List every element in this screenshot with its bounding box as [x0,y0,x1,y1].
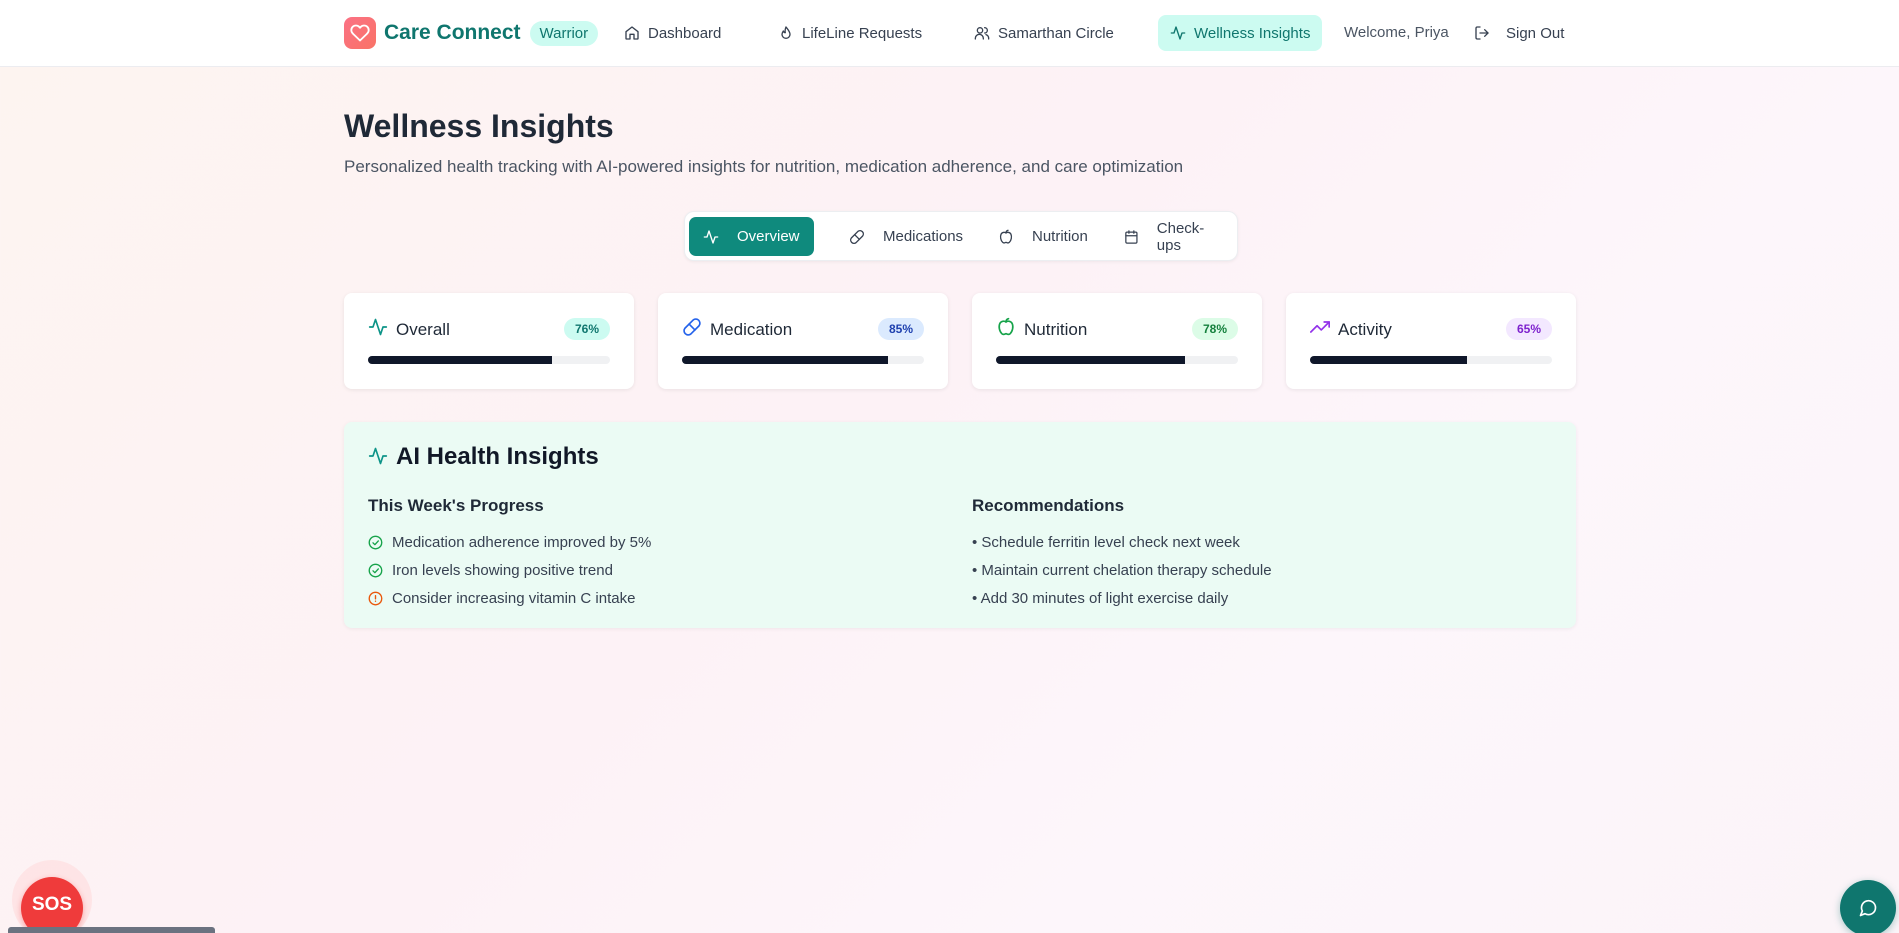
nav-item-dashboard[interactable]: Dashboard [612,15,733,51]
progress-list: Medication adherence improved by 5% Iron… [368,528,651,612]
top-nav: Care Connect Warrior Dashboard LifeLine … [0,0,1899,67]
recommendations-list: • Schedule ferritin level check next wee… [972,528,1272,612]
metric-card-medication: Medication 85% [658,293,948,389]
check-circle-icon [368,535,383,549]
sign-out-button[interactable]: Sign Out [1474,15,1564,51]
message-circle-icon [1859,899,1877,917]
metric-label: Nutrition [1024,320,1088,339]
nav-item-label: Wellness Insights [1194,24,1311,42]
welcome-text: Welcome, Priya [1344,24,1449,41]
progress-fill [368,356,552,364]
chat-button[interactable] [1840,880,1896,933]
alert-circle-icon [368,591,383,605]
metric-label: Medication [710,320,793,339]
list-item: Medication adherence improved by 5% [368,528,651,556]
metric-progress-bar [996,356,1238,364]
apple-icon [998,317,1014,336]
role-badge: Warrior [529,20,599,46]
trending-up-icon [1310,321,1330,333]
metric-card-activity: Activity 65% [1286,293,1576,389]
recommendations-heading: Recommendations [972,496,1125,515]
tab-bar: Overview Medications Nutrition Check-ups [684,211,1238,261]
metric-label: Overall [396,320,450,339]
pill-icon [683,318,701,336]
log-out-icon [1475,26,1489,40]
activity-icon [703,229,719,244]
metric-card-overall: Overall 76% [344,293,634,389]
progress-item-text: Iron levels showing positive trend [392,561,613,579]
tab-label: Overview [737,228,800,245]
progress-fill [1310,356,1468,364]
ai-insights-panel: AI Health Insights This Week's Progress … [344,422,1576,628]
nav-item-lifeline-requests[interactable]: LifeLine Requests [766,15,934,51]
page-subtitle: Personalized health tracking with AI-pow… [344,157,1184,176]
progress-item-text: Consider increasing vitamin C intake [392,589,636,607]
progress-item-text: Medication adherence improved by 5% [392,533,652,551]
users-icon [974,27,990,40]
nav-item-label: Samarthan Circle [998,24,1114,42]
list-item: Consider increasing vitamin C intake [368,584,651,612]
brand-name: Care Connect [384,21,521,44]
metric-progress-bar [682,356,924,364]
heart-logo-icon [344,17,376,49]
check-circle-icon [368,563,383,577]
home-icon [625,26,639,40]
metric-value-badge: 65% [1505,318,1552,340]
activity-icon [368,318,388,336]
metric-value-badge: 85% [877,318,924,340]
nav-item-label: Dashboard [648,24,722,42]
progress-heading: This Week's Progress [368,496,544,515]
list-item: • Add 30 minutes of light exercise daily [972,589,1229,607]
tab-label: Check-ups [1156,219,1205,254]
tab-overview[interactable]: Overview [689,217,814,256]
tab-nutrition[interactable]: Nutrition [984,217,1102,256]
nav-item-samarthan-circle[interactable]: Samarthan Circle [962,15,1126,51]
list-item: • Maintain current chelation therapy sch… [972,561,1272,579]
apple-icon [999,229,1013,244]
droplet-icon [781,26,791,39]
metric-value-badge: 78% [1191,318,1238,340]
ai-insights-title: AI Health Insights [396,443,599,470]
bottom-toolbar-edge [8,927,215,933]
metric-card-nutrition: Nutrition 78% [972,293,1262,389]
nav-item-wellness-insights[interactable]: Wellness Insights [1158,15,1323,51]
sos-button[interactable]: SOS [21,877,83,933]
page-title: Wellness Insights [344,108,614,144]
metric-progress-bar [368,356,610,364]
activity-icon [1170,26,1186,40]
sign-out-label: Sign Out [1506,24,1565,42]
metric-value-badge: 76% [563,318,610,340]
tab-medications[interactable]: Medications [835,217,977,256]
metric-label: Activity [1338,320,1392,339]
list-item: Iron levels showing positive trend [368,556,651,584]
progress-fill [996,356,1185,364]
tab-label: Nutrition [1032,228,1088,245]
tab-label: Medications [883,228,964,245]
metric-progress-bar [1310,356,1552,364]
tab-check-ups[interactable]: Check-ups [1110,217,1237,256]
nav-item-label: LifeLine Requests [802,24,923,42]
list-item: • Schedule ferritin level check next wee… [972,533,1240,551]
brand[interactable]: Care Connect Warrior [344,17,599,49]
activity-icon [368,447,388,465]
calendar-icon [1125,229,1138,244]
progress-fill [682,356,888,364]
pill-icon [850,229,864,244]
